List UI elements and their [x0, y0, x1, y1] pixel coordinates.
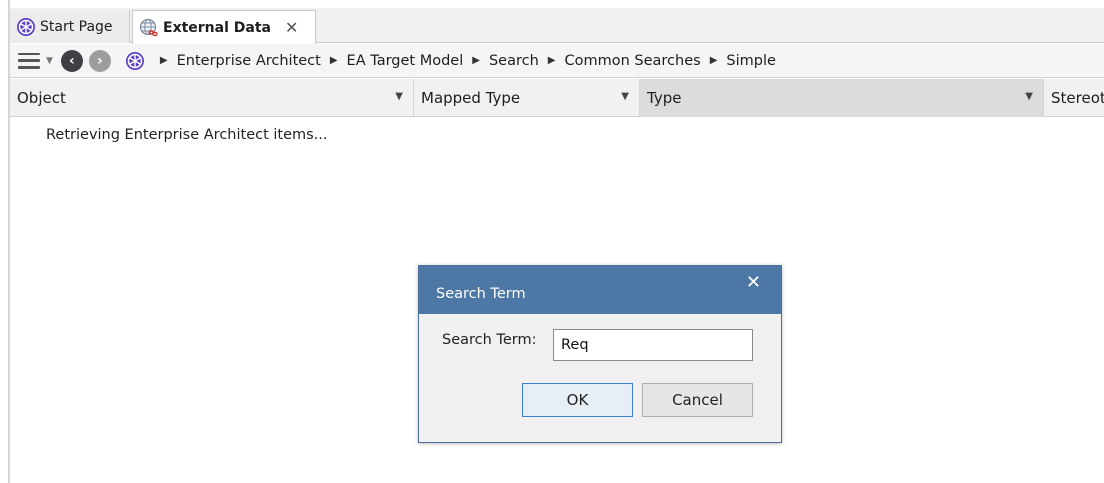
column-header-type[interactable]: Type ▼ — [640, 79, 1044, 117]
chevron-right-icon: ▶ — [159, 55, 168, 66]
tab-start-page[interactable]: Start Page — [10, 10, 130, 43]
column-label: Type — [647, 89, 682, 107]
chevron-down-icon[interactable]: ▼ — [395, 91, 403, 102]
close-icon[interactable]: ✕ — [746, 272, 761, 293]
ok-button[interactable]: OK — [522, 383, 633, 417]
chevron-right-icon: ▶ — [709, 55, 718, 66]
globe-link-icon — [139, 18, 158, 36]
navigation-toolbar: ▼ ‹ › ▶ Enterprise Architect ▶ EA Target… — [10, 44, 1104, 78]
column-header-stereotype[interactable]: Stereot — [1044, 79, 1104, 117]
search-term-dialog: Search Term ✕ Search Term: OK Cancel — [418, 265, 782, 443]
column-label: Stereot — [1051, 89, 1104, 107]
back-button[interactable]: ‹ — [60, 49, 83, 72]
column-label: Mapped Type — [421, 89, 521, 107]
tab-external-data[interactable]: External Data ✕ — [132, 10, 316, 44]
tab-label: External Data — [163, 19, 271, 36]
search-term-label: Search Term: — [442, 332, 537, 348]
dialog-title-bar[interactable]: Search Term ✕ — [419, 266, 781, 314]
breadcrumb-item[interactable]: EA Target Model — [347, 53, 464, 69]
column-header-mapped-type[interactable]: Mapped Type ▼ — [414, 79, 640, 117]
chevron-down-icon[interactable]: ▼ — [621, 91, 629, 102]
status-message: Retrieving Enterprise Architect items... — [46, 127, 328, 143]
breadcrumb-item[interactable]: Simple — [726, 53, 776, 69]
breadcrumb-item[interactable]: Search — [489, 53, 539, 69]
column-header-row: Object ▼ Mapped Type ▼ Type ▼ Stereot — [10, 79, 1104, 117]
chevron-right-icon: ▶ — [547, 55, 556, 66]
breadcrumb-item[interactable]: Enterprise Architect — [177, 53, 321, 69]
document-tab-strip: Start Page External Data ✕ — [10, 8, 1104, 44]
close-tab-icon[interactable]: ✕ — [285, 18, 298, 37]
forward-button[interactable]: › — [88, 49, 111, 72]
chevron-right-icon: ▶ — [472, 55, 480, 66]
cancel-button[interactable]: Cancel — [642, 383, 753, 417]
tab-label: Start Page — [40, 18, 113, 35]
chevron-down-icon[interactable]: ▼ — [1025, 91, 1033, 102]
ea-logo-icon[interactable] — [125, 51, 145, 71]
search-term-input[interactable] — [553, 329, 753, 361]
menu-dropdown-arrow-icon[interactable]: ▼ — [46, 56, 53, 66]
column-label: Object — [17, 89, 66, 107]
hamburger-menu-icon[interactable] — [18, 52, 40, 69]
ea-logo-icon — [17, 17, 35, 36]
breadcrumb-item[interactable]: Common Searches — [564, 53, 700, 69]
column-header-object[interactable]: Object ▼ — [10, 79, 414, 117]
chevron-right-icon: ▶ — [329, 55, 338, 66]
dialog-title: Search Term — [436, 286, 526, 302]
